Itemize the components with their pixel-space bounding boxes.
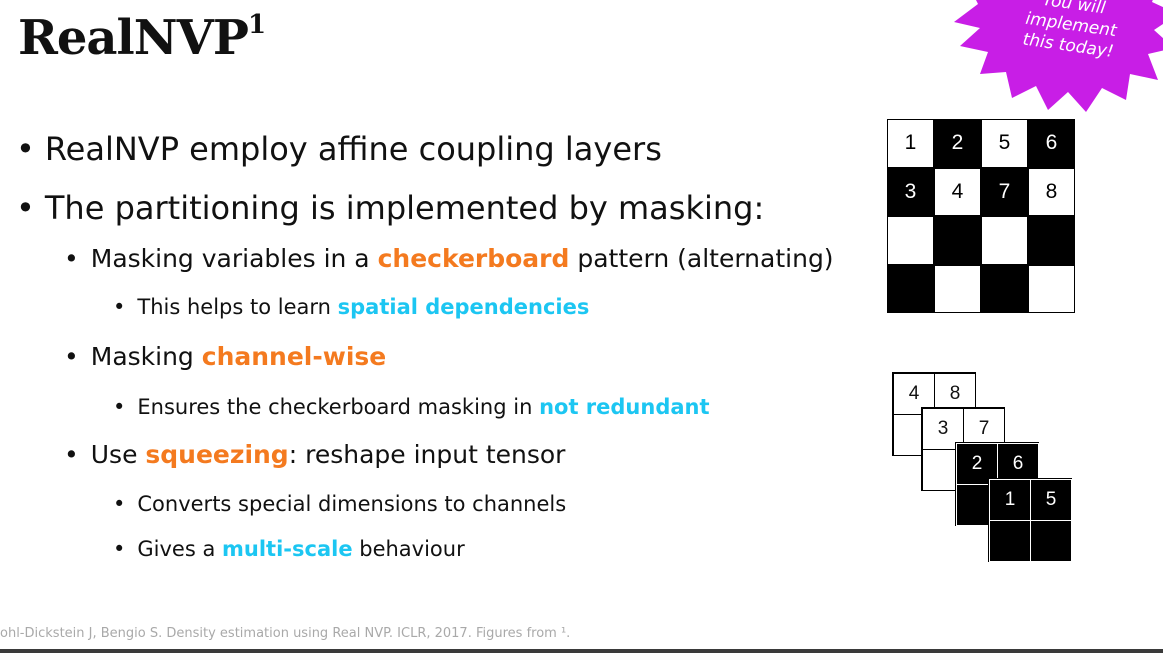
- checker-cell: [934, 216, 981, 265]
- title-footnote-marker: 1: [247, 10, 266, 40]
- checker-cell: 2: [934, 119, 981, 168]
- squeeze-tile-4: 1 5: [988, 478, 1072, 562]
- slide-title: RealNVP1: [18, 10, 266, 66]
- squeeze-cell: 5: [1030, 479, 1072, 521]
- bullet-checkerboard: • Masking variables in a checkerboard pat…: [64, 244, 834, 273]
- checker-cell: [1028, 264, 1075, 313]
- squeeze-cell: 1: [989, 479, 1031, 521]
- bullet-converts-dimensions: • Converts special dimensions to channels: [113, 492, 567, 516]
- squeeze-cell: [989, 520, 1031, 562]
- checker-cell: [1028, 216, 1075, 265]
- bullet-squeezing: • Use squeezing: reshape input tensor: [64, 440, 566, 469]
- bullet-partitioning: • The partitioning is implemented by mask…: [16, 189, 765, 227]
- bullet-spatial: • This helps to learn spatial dependencie…: [113, 295, 590, 319]
- bullet-channel-wise: • Masking channel-wise: [64, 342, 387, 371]
- checkerboard-figure: 1 2 5 6 3 4 7 8: [887, 119, 1075, 314]
- bullet-affine-coupling: • RealNVP employ affine coupling layers: [16, 130, 662, 168]
- checker-cell: 5: [981, 119, 1028, 168]
- checker-cell: 7: [981, 167, 1028, 216]
- checker-cell: 8: [1028, 167, 1075, 216]
- checker-cell: [981, 264, 1028, 313]
- checker-cell: [887, 216, 934, 265]
- bottom-divider: [0, 649, 1163, 653]
- bullet-multi-scale: • Gives a multi-scale behaviour: [113, 537, 465, 561]
- squeeze-cell: [1030, 520, 1072, 562]
- citation-footnote: ohl-Dickstein J, Bengio S. Density estim…: [0, 626, 571, 641]
- bullet-not-redundant: • Ensures the checkerboard masking in not…: [113, 395, 710, 419]
- checker-cell: 6: [1028, 119, 1075, 168]
- checker-cell: [981, 216, 1028, 265]
- checker-cell: [887, 264, 934, 313]
- checker-cell: 1: [887, 119, 934, 168]
- checker-cell: 4: [934, 167, 981, 216]
- checker-cell: 3: [887, 167, 934, 216]
- checker-cell: [934, 264, 981, 313]
